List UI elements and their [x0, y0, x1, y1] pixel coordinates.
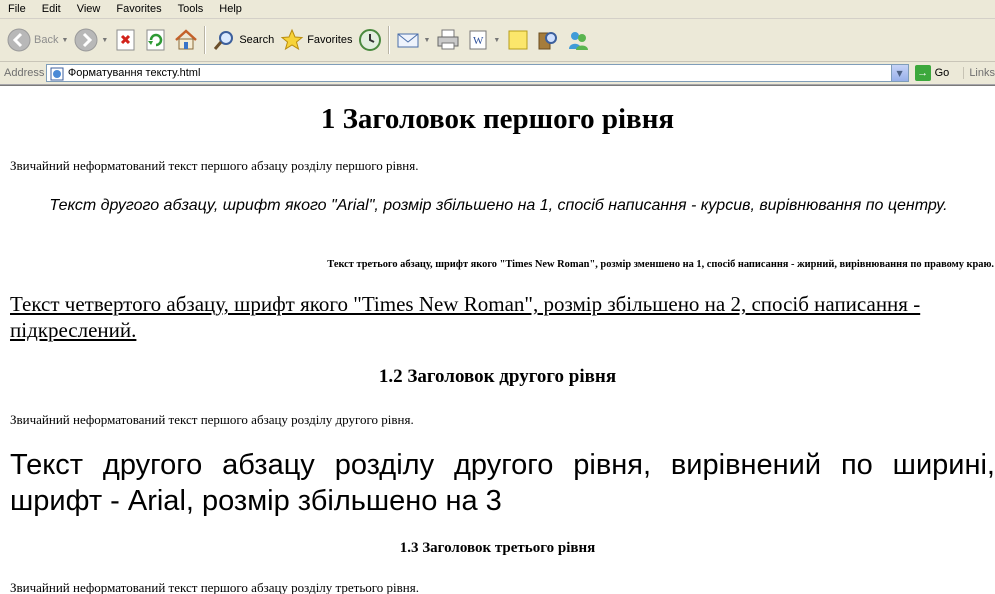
menu-bar: File Edit View Favorites Tools Help: [0, 0, 995, 19]
menu-help[interactable]: Help: [211, 0, 250, 18]
forward-dropdown-icon[interactable]: ▼: [101, 37, 108, 44]
svg-text:W: W: [473, 35, 484, 47]
page-content: 1 Заголовок першого рівня Звичайний нефо…: [0, 85, 995, 594]
address-label: Address: [4, 67, 45, 79]
paragraph-4: Текст четвертого абзацу, шрифт якого "Ti…: [10, 292, 921, 342]
search-icon: [212, 28, 236, 52]
menu-edit[interactable]: Edit: [34, 0, 69, 18]
forward-button[interactable]: ▼: [71, 23, 111, 57]
go-label: Go: [934, 67, 950, 79]
forward-arrow-icon: [74, 28, 98, 52]
favorites-label: Favorites: [307, 34, 353, 46]
mail-button[interactable]: ▼: [393, 23, 433, 57]
page-icon: [50, 66, 64, 81]
refresh-button[interactable]: [141, 23, 171, 57]
heading-level-1: 1 Заголовок першого рівня: [320, 103, 675, 135]
address-url: Форматування тексту.html: [67, 67, 201, 79]
paragraph-3: Текст третього абзацу, шрифт якого "Time…: [327, 259, 994, 270]
mail-dropdown-icon[interactable]: ▼: [423, 37, 430, 44]
history-icon: [358, 28, 382, 52]
go-button[interactable]: → Go: [914, 65, 950, 81]
edit-dropdown-icon[interactable]: ▼: [493, 37, 500, 44]
edit-button[interactable]: W ▼: [463, 23, 503, 57]
word-document-icon: W: [466, 28, 490, 52]
heading-level-2: 1.2 Заголовок другого рівня: [378, 366, 617, 387]
paragraph-1: Звичайний неформатований текст першого а…: [10, 158, 419, 173]
refresh-icon: [144, 28, 168, 52]
search-label: Search: [239, 34, 275, 46]
back-label: Back: [34, 34, 59, 46]
favorites-button[interactable]: Favorites: [277, 23, 355, 57]
messenger-button[interactable]: [563, 23, 593, 57]
menu-favorites[interactable]: Favorites: [108, 0, 169, 18]
toolbar-separator: [388, 26, 391, 54]
discuss-button[interactable]: [503, 23, 533, 57]
back-button[interactable]: Back ▼: [4, 23, 71, 57]
menu-view[interactable]: View: [69, 0, 109, 18]
history-button[interactable]: [355, 23, 385, 57]
back-dropdown-icon[interactable]: ▼: [61, 37, 68, 44]
menu-tools[interactable]: Tools: [170, 0, 212, 18]
research-icon: [536, 28, 560, 52]
back-arrow-icon: [7, 28, 31, 52]
paragraph-2: Текст другого абзацу, шрифт якого "Arial…: [49, 197, 948, 214]
menu-file[interactable]: File: [0, 0, 34, 18]
address-input[interactable]: Форматування тексту.html ▼: [45, 64, 909, 82]
heading-level-3: 1.3 Заголовок третього рівня: [399, 540, 596, 556]
home-icon: [174, 28, 198, 52]
printer-icon: [436, 28, 460, 52]
research-button[interactable]: [533, 23, 563, 57]
links-label[interactable]: Links: [963, 67, 995, 79]
stop-button[interactable]: [111, 23, 141, 57]
paragraph-6: Текст другого абзацу розділу другого рів…: [10, 449, 995, 517]
stop-icon: [114, 28, 138, 52]
go-arrow-icon: →: [914, 65, 931, 81]
search-button[interactable]: Search: [209, 23, 277, 57]
toolbar-separator: [204, 26, 207, 54]
note-icon: [506, 28, 530, 52]
address-dropdown-icon[interactable]: ▼: [890, 65, 908, 81]
paragraph-7: Звичайний неформатований текст першого а…: [10, 580, 419, 594]
home-button[interactable]: [171, 23, 201, 57]
paragraph-5: Звичайний неформатований текст першого а…: [10, 412, 414, 427]
toolbar: Back ▼ ▼ Search Favorites ▼ W ▼: [0, 19, 995, 62]
messenger-people-icon: [566, 28, 590, 52]
star-icon: [280, 28, 304, 52]
print-button[interactable]: [433, 23, 463, 57]
mail-icon: [396, 28, 420, 52]
address-bar: Address Форматування тексту.html ▼ → Go …: [0, 62, 995, 85]
